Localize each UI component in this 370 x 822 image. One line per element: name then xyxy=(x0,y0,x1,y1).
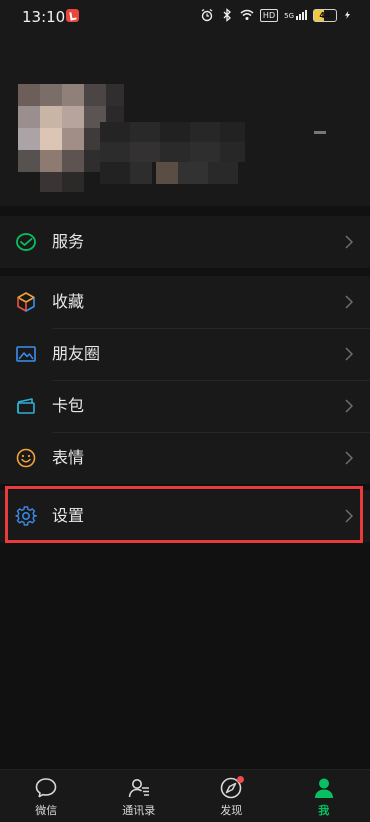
chat-bubble-icon xyxy=(35,778,57,798)
menu-item-favorites[interactable]: 收藏 xyxy=(0,276,370,328)
wallet-card-icon xyxy=(17,398,35,414)
status-time: 13:10 xyxy=(22,8,66,26)
tab-label-contacts: 通讯录 xyxy=(122,804,156,817)
chevron-right-icon xyxy=(345,235,353,249)
menu-item-settings[interactable]: 设置 xyxy=(0,490,370,542)
contacts-icon xyxy=(128,779,149,798)
profile-corner-mark xyxy=(314,131,326,134)
profile-name xyxy=(100,122,250,192)
charging-bolt-icon xyxy=(344,11,351,19)
music-notification-icon xyxy=(66,9,79,22)
tab-me[interactable]: 我 xyxy=(278,770,370,822)
menu-item-cards[interactable]: 卡包 xyxy=(0,380,370,432)
cube-icon xyxy=(17,292,35,312)
menu-label-settings: 设置 xyxy=(52,506,85,525)
wifi-icon xyxy=(240,9,254,20)
signal-badge: 5G xyxy=(284,12,294,20)
menu-label-cards: 卡包 xyxy=(52,396,85,415)
chevron-right-icon xyxy=(345,509,353,523)
person-icon xyxy=(314,778,333,798)
battery-level: 44 xyxy=(319,10,331,20)
tab-chats[interactable]: 微信 xyxy=(0,770,93,822)
tab-label-chats: 微信 xyxy=(35,804,58,817)
chevron-right-icon xyxy=(345,451,353,465)
wechat-pay-check-icon xyxy=(16,233,36,251)
signal-strength: 5G xyxy=(284,10,307,20)
alarm-icon xyxy=(201,8,213,22)
tab-contacts[interactable]: 通讯录 xyxy=(93,770,186,822)
bluetooth-icon xyxy=(223,8,231,22)
tab-label-discover: 发现 xyxy=(220,804,243,817)
chevron-right-icon xyxy=(345,347,353,361)
settings-group: 设置 xyxy=(0,490,370,542)
new-notification-dot xyxy=(236,776,244,783)
menu-label-moments: 朋友圈 xyxy=(52,344,101,363)
tab-label-me: 我 xyxy=(318,804,330,817)
services-group: 服务 xyxy=(0,216,370,268)
bottom-tab-bar: 微信 通讯录 发现 我 xyxy=(0,769,370,822)
chevron-right-icon xyxy=(345,399,353,413)
gear-icon xyxy=(15,506,37,526)
hd-badge: HD xyxy=(259,8,279,22)
features-group: 收藏 朋友圈 卡包 表情 xyxy=(0,276,370,484)
battery-indicator: 44 xyxy=(313,8,337,22)
menu-label-stickers: 表情 xyxy=(52,448,85,467)
menu-item-stickers[interactable]: 表情 xyxy=(0,432,370,484)
photo-icon xyxy=(16,346,36,362)
chevron-right-icon xyxy=(345,295,353,309)
status-bar: 13:10 HD 5G 44 xyxy=(0,0,370,34)
menu-label-services: 服务 xyxy=(52,232,85,251)
menu-item-services[interactable]: 服务 xyxy=(0,216,370,268)
smiley-icon xyxy=(16,448,36,468)
menu-label-favorites: 收藏 xyxy=(52,292,85,311)
profile-header[interactable] xyxy=(0,34,370,206)
menu-item-moments[interactable]: 朋友圈 xyxy=(0,328,370,380)
tab-discover[interactable]: 发现 xyxy=(185,770,278,822)
status-icons: HD 5G 44 xyxy=(200,8,352,22)
